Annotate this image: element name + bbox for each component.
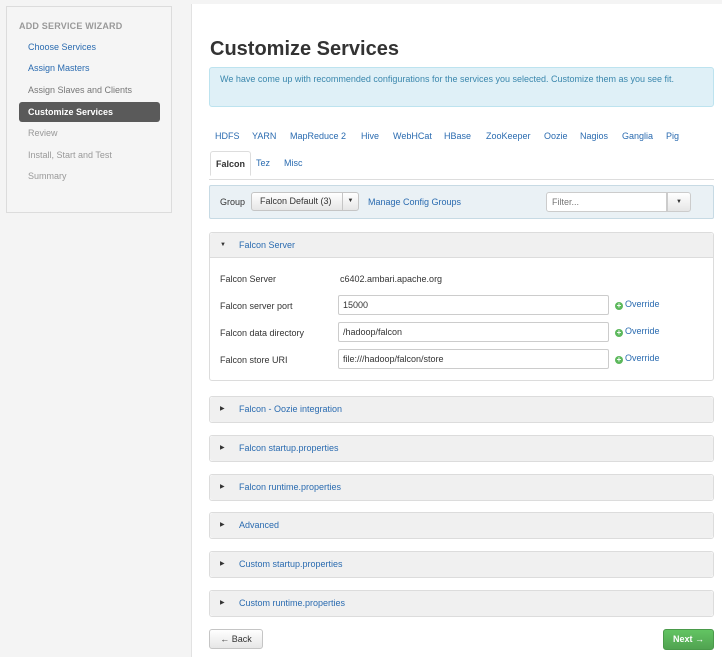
plus-circle-icon: + xyxy=(615,301,623,310)
override-label: Override xyxy=(625,299,660,309)
sidebar-title: ADD SERVICE WIZARD xyxy=(19,21,123,31)
override-link-store-uri[interactable]: + Override xyxy=(615,353,660,364)
prop-label-falcon-server-port: Falcon server port xyxy=(220,301,293,311)
prop-value-falcon-server: c6402.ambari.apache.org xyxy=(340,274,443,284)
filter-input[interactable] xyxy=(546,192,667,212)
tab-zookeeper[interactable]: ZooKeeper xyxy=(486,126,531,146)
caret-down-icon: ▼ xyxy=(676,199,682,205)
section-falcon-runtime-properties[interactable]: ▶ Falcon runtime.properties xyxy=(209,474,714,501)
section-header[interactable]: ▶ Custom startup.properties xyxy=(210,552,713,577)
tab-hdfs[interactable]: HDFS xyxy=(215,126,240,146)
tabs-divider xyxy=(209,179,714,180)
caret-right-icon: ▶ xyxy=(220,445,225,451)
section-custom-startup-properties[interactable]: ▶ Custom startup.properties xyxy=(209,551,714,578)
section-custom-runtime-properties[interactable]: ▶ Custom runtime.properties xyxy=(209,590,714,617)
section-title: Falcon runtime.properties xyxy=(239,482,342,492)
section-title: Custom startup.properties xyxy=(239,559,343,569)
section-falcon-oozie-integration[interactable]: ▶ Falcon - Oozie integration xyxy=(209,396,714,423)
section-header[interactable]: ▶ Custom runtime.properties xyxy=(210,591,713,616)
plus-circle-icon: + xyxy=(615,355,623,364)
next-button[interactable]: Next → xyxy=(663,629,714,650)
tab-yarn[interactable]: YARN xyxy=(252,126,276,146)
main-panel: Customize Services We have come up with … xyxy=(191,4,722,657)
config-group-select[interactable]: Falcon Default (3) ▼ xyxy=(251,192,359,211)
step-summary: Summary xyxy=(28,171,67,181)
tab-mapreduce2[interactable]: MapReduce 2 xyxy=(290,126,346,146)
section-header[interactable]: ▶ Falcon startup.properties xyxy=(210,436,713,461)
caret-right-icon: ▶ xyxy=(220,600,225,606)
falcon-data-directory-field[interactable] xyxy=(338,322,609,342)
section-header-falcon-server[interactable]: ▼ Falcon Server xyxy=(210,233,713,258)
override-label: Override xyxy=(625,326,660,336)
section-header[interactable]: ▶ Falcon runtime.properties xyxy=(210,475,713,500)
tab-nagios[interactable]: Nagios xyxy=(580,126,608,146)
step-assign-masters[interactable]: Assign Masters xyxy=(19,58,160,78)
group-label: Group xyxy=(220,197,246,207)
step-choose-services[interactable]: Choose Services xyxy=(19,37,160,57)
plus-circle-icon: + xyxy=(615,328,623,337)
override-link-data-dir[interactable]: + Override xyxy=(615,326,660,337)
tab-pig[interactable]: Pig xyxy=(666,126,679,146)
tab-ganglia[interactable]: Ganglia xyxy=(622,126,653,146)
caret-down-icon: ▼ xyxy=(220,242,226,248)
caret-right-icon: ▶ xyxy=(220,484,225,490)
section-advanced[interactable]: ▶ Advanced xyxy=(209,512,714,539)
caret-right-icon: ▶ xyxy=(220,561,225,567)
step-customize-services[interactable]: Customize Services xyxy=(19,102,160,122)
page-title: Customize Services xyxy=(210,38,399,60)
falcon-server-port-field[interactable] xyxy=(338,295,609,315)
tab-falcon[interactable]: Falcon xyxy=(210,151,252,176)
step-assign-slaves[interactable]: Assign Slaves and Clients xyxy=(19,80,160,100)
tab-tez[interactable]: Tez xyxy=(256,153,270,173)
tab-webhcat[interactable]: WebHCat xyxy=(393,126,432,146)
tab-oozie[interactable]: Oozie xyxy=(544,126,568,146)
tab-misc[interactable]: Misc xyxy=(284,153,303,173)
config-group-selected: Falcon Default (3) xyxy=(260,196,332,206)
section-title: Falcon - Oozie integration xyxy=(239,404,343,414)
info-alert: We have come up with recommended configu… xyxy=(209,67,714,107)
section-falcon-startup-properties[interactable]: ▶ Falcon startup.properties xyxy=(209,435,714,462)
section-title: Advanced xyxy=(239,520,280,530)
caret-right-icon: ▶ xyxy=(220,522,225,528)
override-link-port[interactable]: + Override xyxy=(615,299,660,310)
falcon-store-uri-field[interactable] xyxy=(338,349,609,369)
override-label: Override xyxy=(625,353,660,363)
tab-hbase[interactable]: HBase xyxy=(444,126,471,146)
step-install-start-test: Install, Start and Test xyxy=(28,150,112,160)
section-title: Falcon startup.properties xyxy=(239,443,339,453)
caret-down-icon: ▼ xyxy=(342,193,358,210)
config-group-bar: Group Falcon Default (3) ▼ Manage Config… xyxy=(209,185,714,219)
step-review: Review xyxy=(28,128,58,138)
tab-hive[interactable]: Hive xyxy=(361,126,379,146)
prop-label-falcon-server: Falcon Server xyxy=(220,274,277,284)
filter-dropdown-button[interactable]: ▼ xyxy=(667,192,691,212)
back-button[interactable]: ← Back xyxy=(209,629,263,649)
prop-label-falcon-store-uri: Falcon store URI xyxy=(220,355,288,365)
section-header[interactable]: ▶ Falcon - Oozie integration xyxy=(210,397,713,422)
prop-label-falcon-data-dir: Falcon data directory xyxy=(220,328,305,338)
manage-config-groups-link[interactable]: Manage Config Groups xyxy=(368,197,461,207)
section-falcon-server: ▼ Falcon Server Falcon Server c6402.amba… xyxy=(209,232,714,381)
caret-right-icon: ▶ xyxy=(220,406,225,412)
section-title: Custom runtime.properties xyxy=(239,598,346,608)
wizard-sidebar: ADD SERVICE WIZARD Choose Services Assig… xyxy=(6,6,172,213)
section-title: Falcon Server xyxy=(239,240,296,250)
section-header[interactable]: ▶ Advanced xyxy=(210,513,713,538)
